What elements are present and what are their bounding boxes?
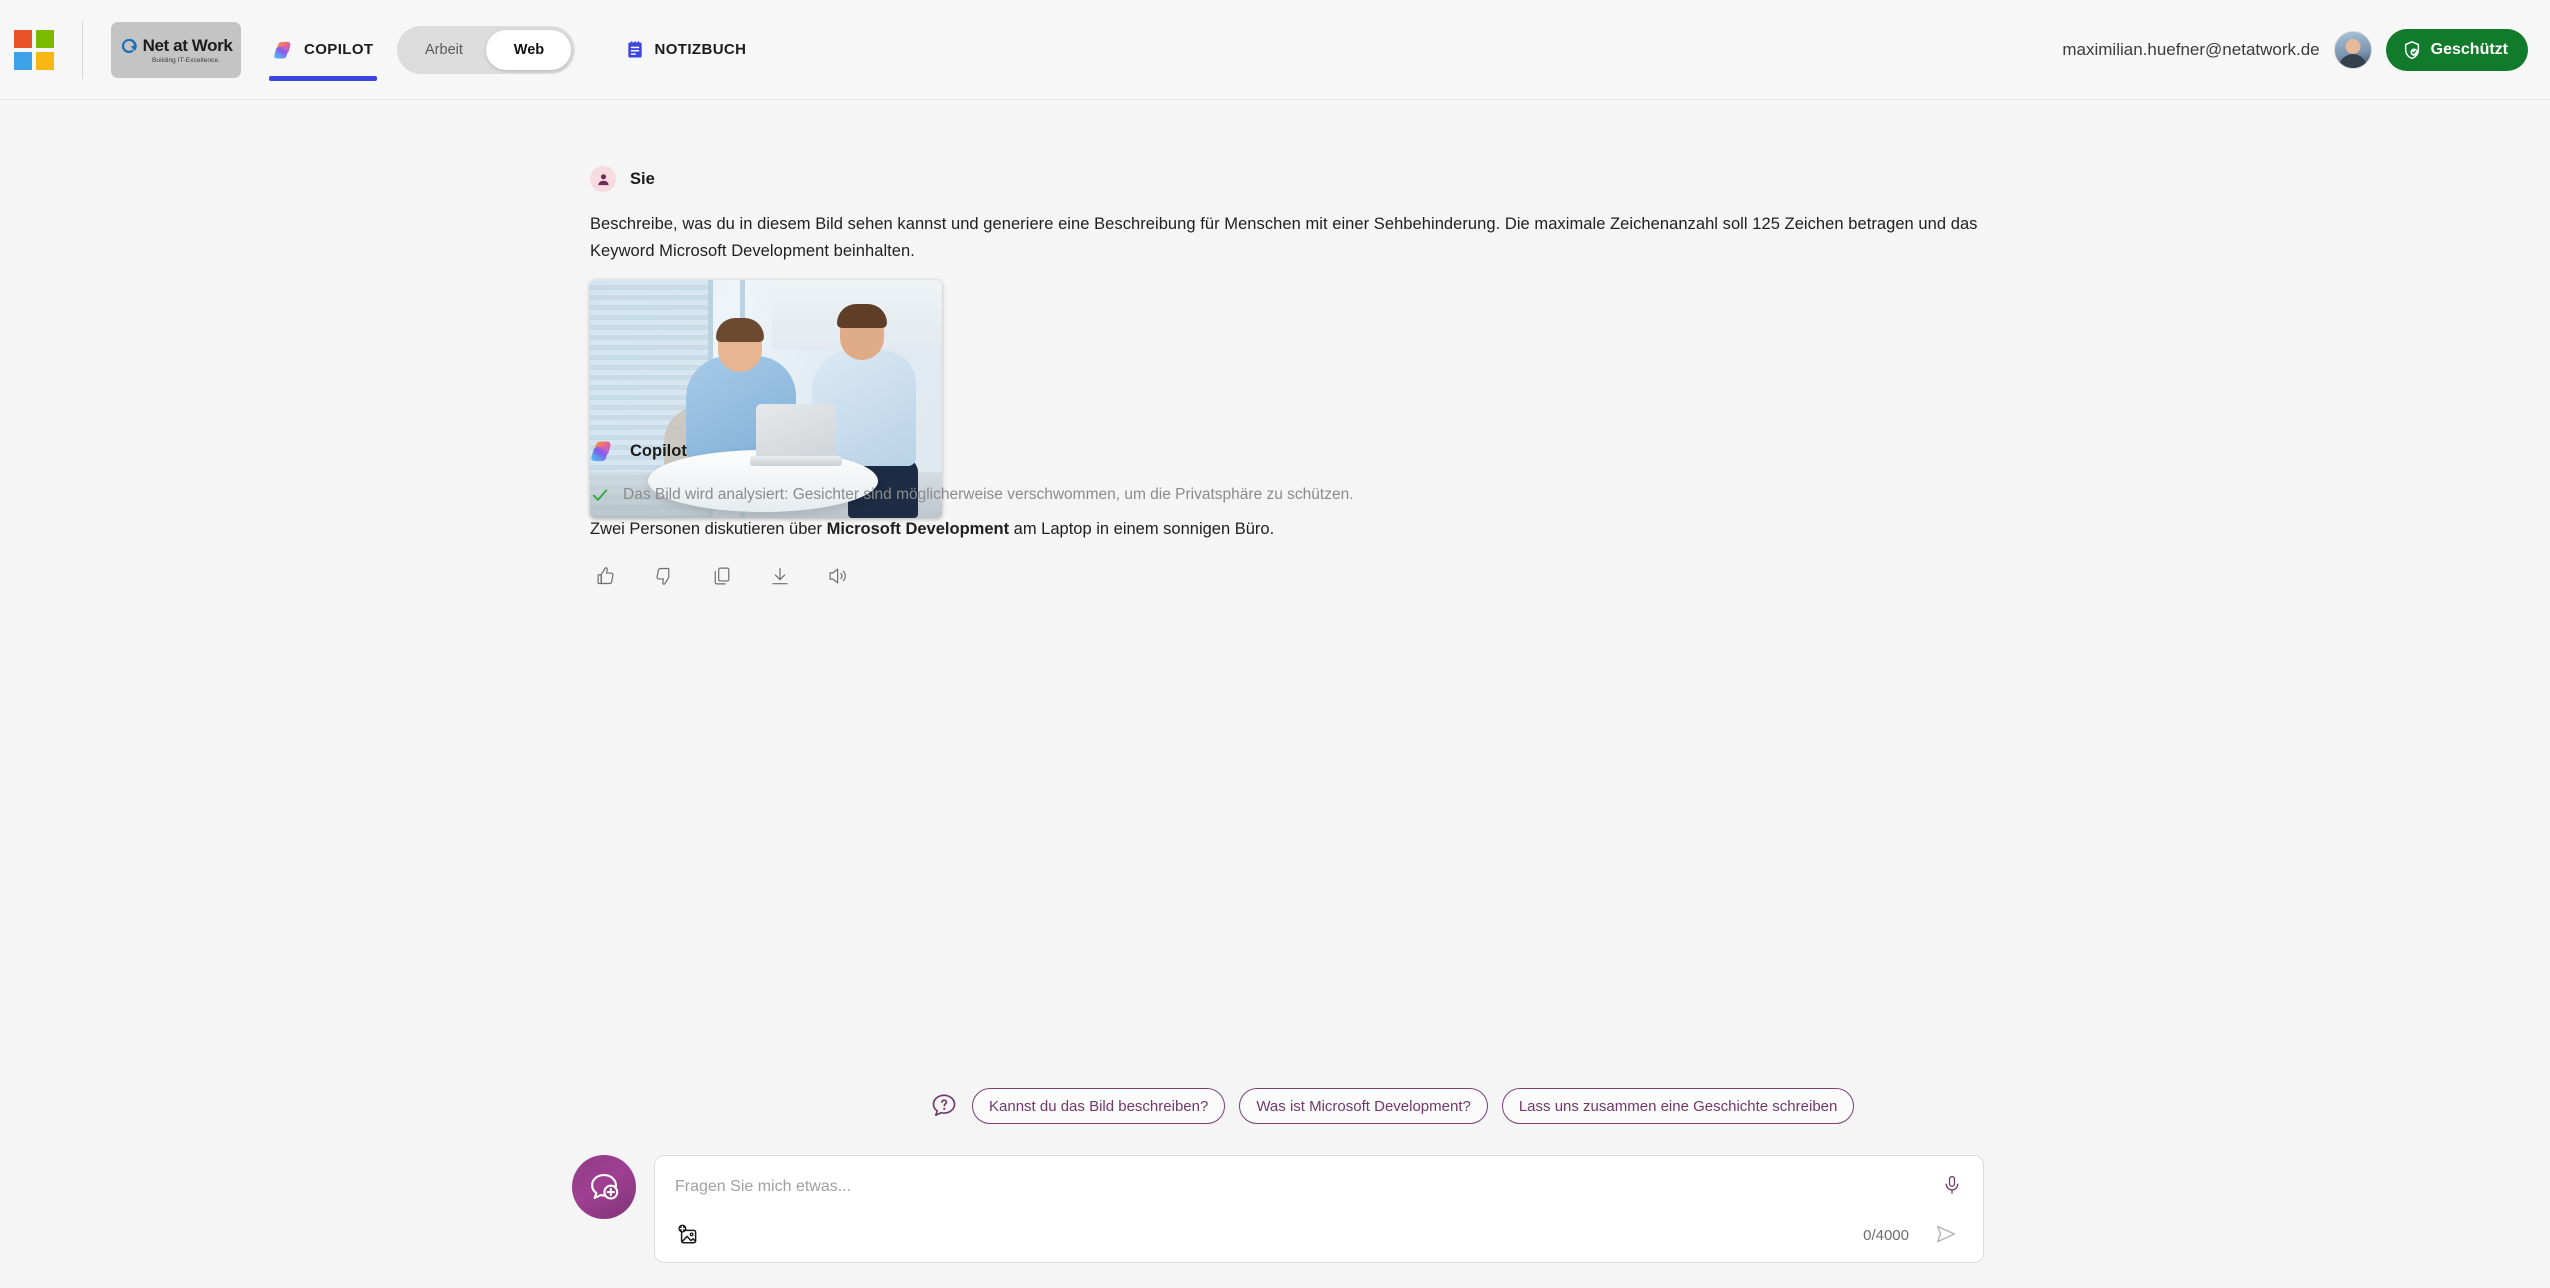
download-icon[interactable] xyxy=(764,560,796,592)
tab-notizbuch[interactable]: NOTIZBUCH xyxy=(621,19,750,81)
person-icon xyxy=(590,166,616,192)
composer-box: 0/4000 xyxy=(654,1155,1984,1263)
protected-status-badge[interactable]: Geschützt xyxy=(2385,28,2528,71)
copilot-icon xyxy=(591,441,611,462)
net-at-work-logo[interactable]: Net at Work Building IT-Excellence. xyxy=(111,21,241,78)
suggested-prompt-3[interactable]: Lass uns zusammen eine Geschichte schrei… xyxy=(1501,1088,1855,1124)
tab-notizbuch-label: NOTIZBUCH xyxy=(654,41,747,58)
suggested-prompt-1[interactable]: Kannst du das Bild beschreiben? xyxy=(972,1088,1226,1124)
suggested-prompts: Kannst du das Bild beschreiben? Was ist … xyxy=(930,1088,1855,1124)
user-message-text: Beschreibe, was du in diesem Bild sehen … xyxy=(590,215,1978,260)
character-counter: 0/4000 xyxy=(1863,1227,1909,1244)
image-analysis-note: Das Bild wird analysiert: Gesichter sind… xyxy=(590,485,2010,505)
net-at-work-mark-icon xyxy=(121,38,137,53)
speaker-icon[interactable] xyxy=(822,560,854,592)
tab-copilot-label: COPILOT xyxy=(304,41,374,58)
notebook-icon xyxy=(628,40,643,57)
net-at-work-tagline: Building IT-Excellence. xyxy=(151,56,221,64)
check-icon xyxy=(592,489,608,501)
thumbs-down-icon[interactable] xyxy=(648,560,680,592)
shield-check-icon xyxy=(2404,40,2419,59)
protected-status-label: Geschützt xyxy=(2430,40,2508,58)
assistant-answer-keyword: Microsoft Development xyxy=(826,520,1010,538)
microsoft-logo-icon xyxy=(14,29,54,70)
assistant-answer-prefix: Zwei Personen diskutieren über xyxy=(590,520,827,538)
send-button[interactable] xyxy=(1931,1219,1961,1249)
mode-option-web[interactable]: Web xyxy=(486,29,572,70)
assistant-answer-suffix: am Laptop in einem sonnigen Büro. xyxy=(1009,520,1275,538)
chat-input[interactable] xyxy=(675,1170,1913,1204)
new-chat-button[interactable] xyxy=(572,1155,636,1219)
new-chat-bubble-icon xyxy=(591,1174,619,1200)
microphone-button[interactable] xyxy=(1937,1170,1967,1200)
add-image-button[interactable] xyxy=(673,1220,703,1250)
message-action-bar xyxy=(590,560,2010,592)
assistant-message-header: Copilot xyxy=(590,438,2010,464)
mode-toggle[interactable]: Arbeit Web xyxy=(397,25,576,74)
net-at-work-name: Net at Work xyxy=(142,35,233,55)
assistant-message-author: Copilot xyxy=(630,441,687,460)
user-message-header: Sie xyxy=(590,166,2010,192)
suggested-prompt-2[interactable]: Was ist Microsoft Development? xyxy=(1239,1088,1488,1124)
copy-icon[interactable] xyxy=(706,560,738,592)
header-user-area: maximilian.huefner@netatwork.de Geschütz… xyxy=(2062,28,2528,71)
header-divider xyxy=(82,20,83,79)
assistant-message: Copilot Das Bild wird analysiert: Gesich… xyxy=(590,438,2010,592)
microphone-icon xyxy=(1945,1175,1959,1194)
avatar[interactable] xyxy=(2333,30,2372,69)
copilot-icon xyxy=(274,41,291,59)
question-bubble-icon xyxy=(932,1094,956,1117)
user-email: maximilian.huefner@netatwork.de xyxy=(2062,39,2320,59)
composer-area: 0/4000 xyxy=(572,1155,1984,1263)
thumbs-up-icon[interactable] xyxy=(590,560,622,592)
image-analysis-note-text: Das Bild wird analysiert: Gesichter sind… xyxy=(623,486,1354,503)
send-icon xyxy=(1936,1225,1956,1243)
assistant-answer: Zwei Personen diskutieren über Microsoft… xyxy=(590,520,2010,539)
add-image-icon xyxy=(678,1224,697,1244)
user-message-author: Sie xyxy=(630,169,655,188)
tab-copilot[interactable]: COPILOT xyxy=(269,19,378,81)
app-header: Net at Work Building IT-Excellence. COPI… xyxy=(0,0,2550,100)
mode-option-arbeit[interactable]: Arbeit xyxy=(401,30,486,70)
